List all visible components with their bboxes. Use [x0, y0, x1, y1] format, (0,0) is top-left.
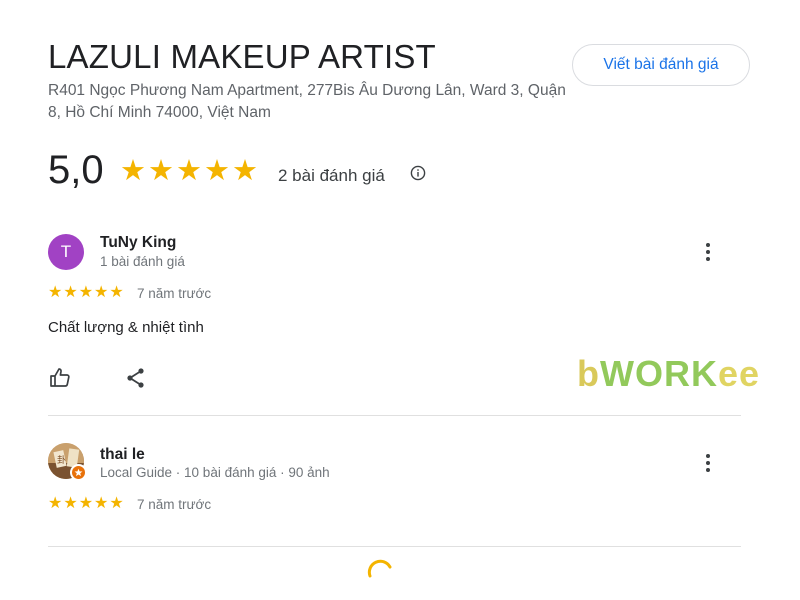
more-options-icon[interactable]: [698, 451, 718, 475]
divider: [48, 415, 741, 416]
watermark-logo: bWORKee: [577, 353, 761, 394]
star-icon: ★: [148, 155, 174, 187]
loading-spinner-icon: [367, 559, 392, 578]
star-icon: ★: [63, 495, 78, 512]
thumbs-up-icon[interactable]: [48, 366, 72, 390]
star-icon: ★: [48, 495, 63, 512]
business-address: R401 Ngọc Phương Nam Apartment, 277Bis Â…: [48, 82, 566, 121]
reviewer-meta: Local Guide · 10 bài đánh giá · 90 ảnh: [100, 465, 330, 480]
reviewer-name[interactable]: TuNy King: [100, 234, 176, 252]
star-icon: ★: [232, 155, 258, 187]
divider: [48, 546, 741, 547]
star-icon: ★: [109, 495, 124, 512]
star-icon: ★: [120, 155, 146, 187]
local-guide-badge-icon: [70, 464, 87, 481]
reviewer-name[interactable]: thai le: [100, 446, 145, 464]
more-options-icon[interactable]: [698, 240, 718, 264]
svg-text:卦: 卦: [57, 454, 66, 466]
avatar[interactable]: T: [48, 234, 84, 270]
avatar-letter: T: [60, 242, 72, 261]
write-review-button[interactable]: Viết bài đánh giá: [572, 44, 750, 86]
rating-stars: ★ ★ ★ ★ ★: [120, 156, 258, 186]
star-icon: ★: [176, 155, 202, 187]
review-stars: ★ ★ ★ ★ ★: [48, 496, 124, 512]
star-icon: ★: [94, 284, 109, 301]
share-icon[interactable]: [124, 366, 148, 390]
review-stars: ★ ★ ★ ★ ★: [48, 285, 124, 301]
review-date: 7 năm trước: [137, 497, 212, 512]
star-icon: ★: [48, 284, 63, 301]
review-count: 2 bài đánh giá: [278, 166, 385, 185]
star-icon: ★: [78, 284, 94, 301]
star-icon: ★: [204, 155, 230, 187]
info-icon[interactable]: [410, 165, 426, 181]
average-rating: 5,0: [48, 148, 104, 192]
review-date: 7 năm trước: [137, 286, 212, 301]
star-icon: ★: [63, 284, 78, 301]
star-icon: ★: [109, 284, 124, 301]
review-text: Chất lượng & nhiệt tình: [48, 319, 204, 336]
reviewer-meta: 1 bài đánh giá: [100, 254, 185, 269]
avatar[interactable]: 卦: [48, 443, 87, 481]
star-icon: ★: [94, 495, 109, 512]
business-name: LAZULI MAKEUP ARTIST: [48, 38, 436, 75]
star-icon: ★: [78, 495, 94, 512]
